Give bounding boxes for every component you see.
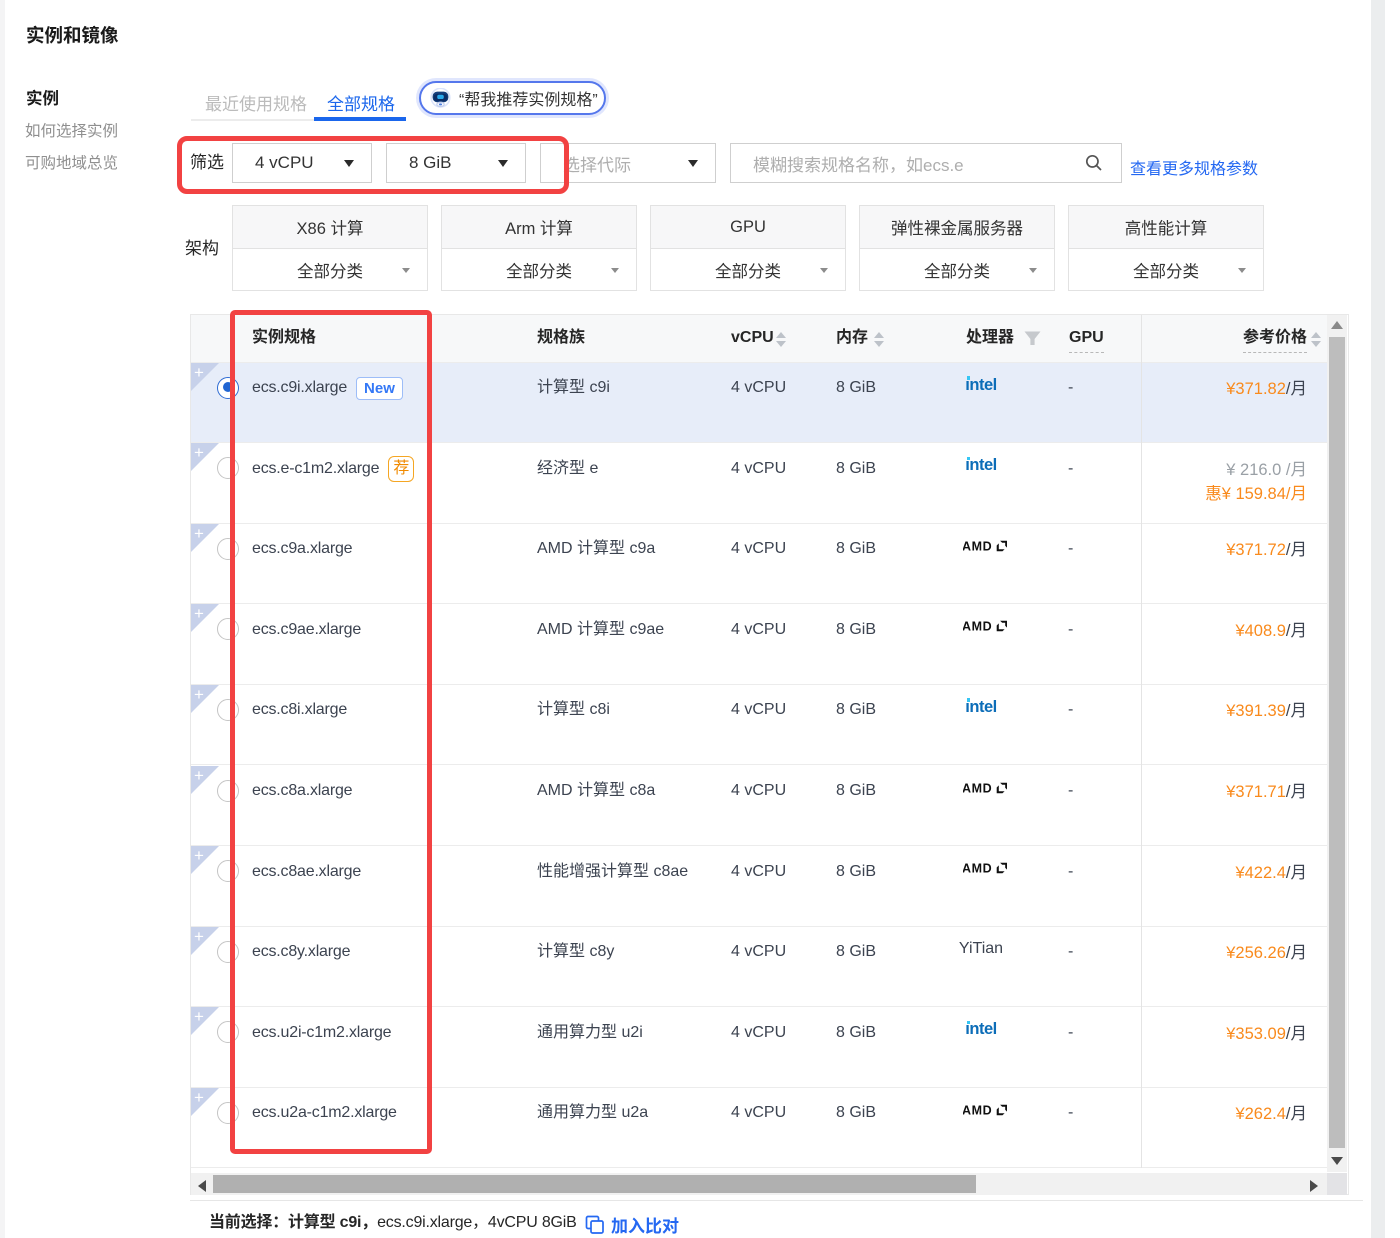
svg-text:AMD: AMD bbox=[963, 1104, 992, 1116]
svg-text:AMD: AMD bbox=[963, 540, 992, 552]
svg-text:AMD: AMD bbox=[963, 782, 992, 794]
svg-text:AMD: AMD bbox=[963, 862, 992, 874]
svg-text:AMD: AMD bbox=[963, 620, 992, 632]
